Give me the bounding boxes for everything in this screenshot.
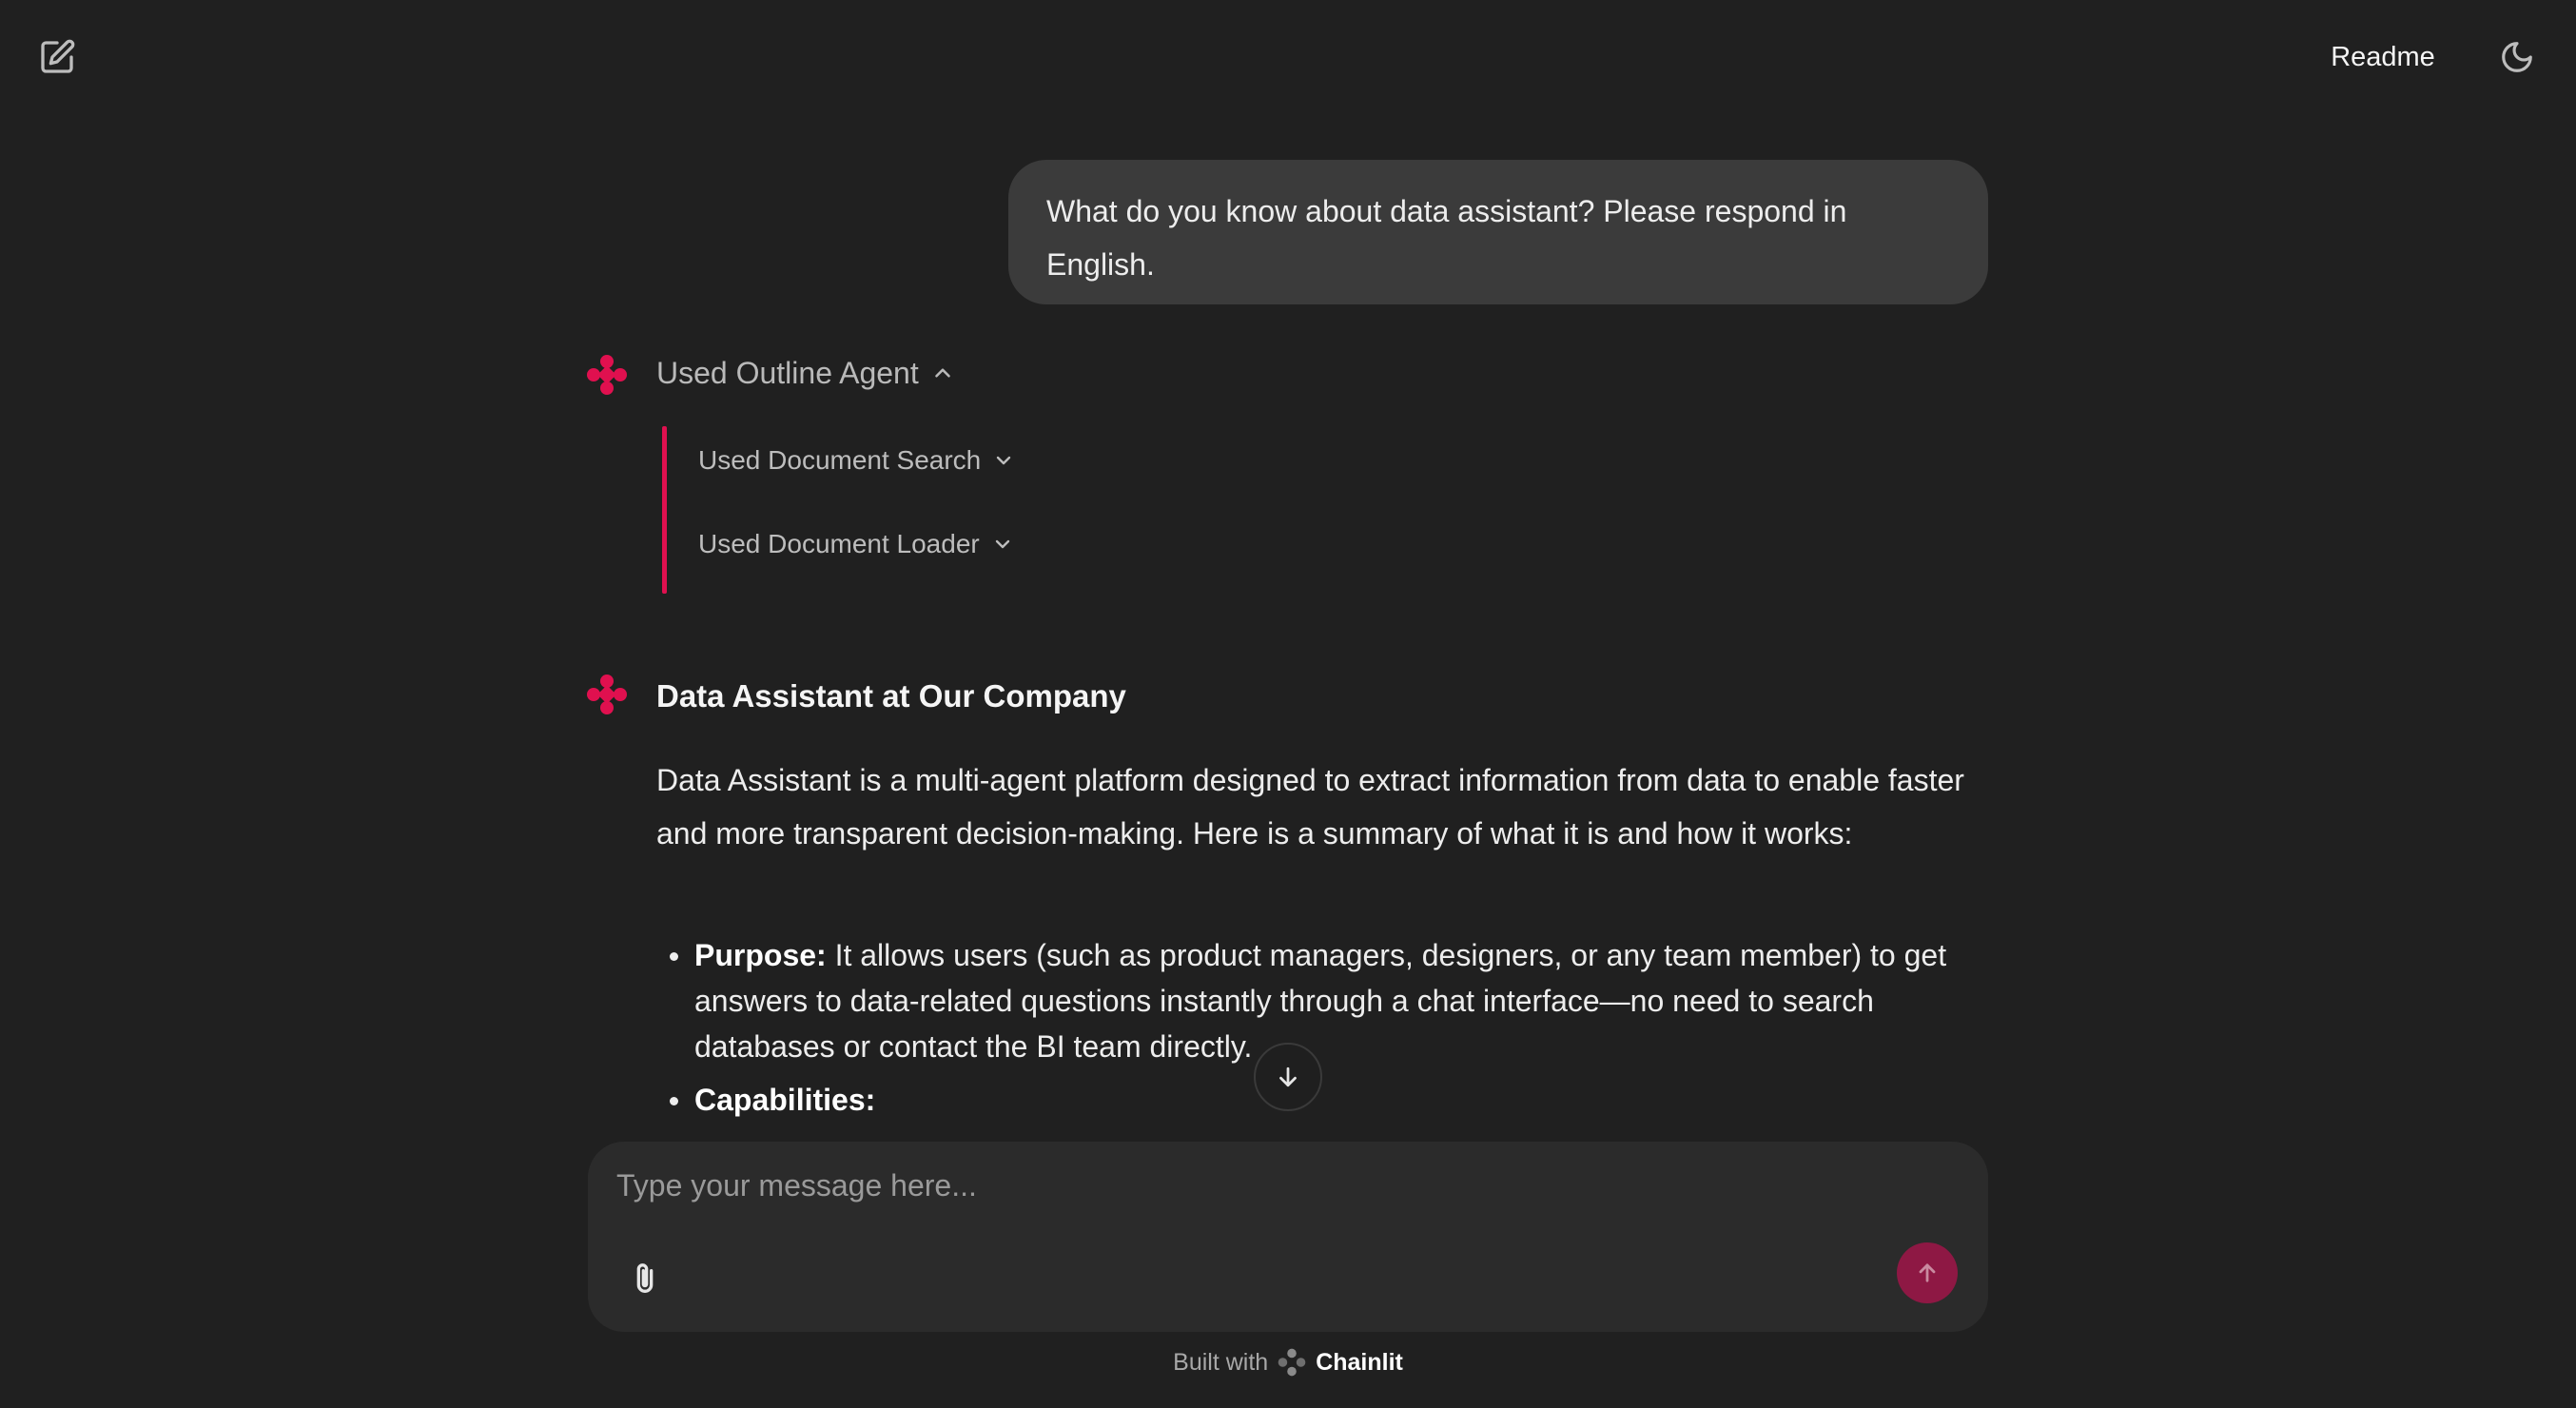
chainlit-logo-icon (587, 675, 627, 714)
step-outline-agent[interactable]: Used Outline Agent (656, 348, 955, 398)
moon-icon (2502, 42, 2532, 72)
attach-file-button[interactable] (618, 1252, 672, 1305)
chainlit-logo-icon (1278, 1348, 1306, 1377)
answer-paragraph: Data Assistant is a multi-agent platform… (656, 763, 1964, 851)
arrow-up-icon (1919, 1263, 1936, 1282)
bullet-term: Purpose: (694, 938, 827, 972)
paperclip-icon (636, 1263, 654, 1293)
theme-toggle-button[interactable] (2494, 34, 2540, 80)
steps-divider-line (662, 426, 667, 594)
send-button[interactable] (1897, 1242, 1958, 1303)
message-composer (588, 1142, 1988, 1332)
edit-square-icon (41, 39, 75, 73)
bullet-text: It allows users (such as product manager… (694, 938, 1947, 1064)
new-chat-button[interactable] (34, 34, 80, 80)
list-item: Capabilities: (656, 1077, 1998, 1123)
chevron-up-icon (934, 368, 950, 378)
step-label: Used Outline Agent (656, 355, 919, 390)
chevron-down-icon (997, 456, 1011, 465)
built-with-footer[interactable]: Built with Chainlit (0, 1343, 2576, 1381)
chainlit-logo-icon (587, 355, 627, 395)
message-input[interactable] (616, 1163, 1948, 1208)
list-item: Purpose: It allows users (such as produc… (656, 932, 1998, 1069)
answer-bullet-list: Purpose: It allows users (such as produc… (656, 932, 1998, 1130)
step-document-loader[interactable]: Used Document Loader (698, 523, 1014, 565)
scroll-to-bottom-button[interactable] (1254, 1043, 1322, 1111)
assistant-avatar (586, 674, 628, 715)
chainlit-brand: Chainlit (1316, 1348, 1403, 1376)
bullet-dot (670, 952, 678, 961)
built-with-label: Built with (1173, 1348, 1269, 1376)
arrow-down-icon (1279, 1066, 1297, 1087)
chevron-down-icon (995, 539, 1009, 549)
user-message-bubble: What do you know about data assistant? P… (1008, 160, 1988, 304)
answer-title: Data Assistant at Our Company (656, 678, 1126, 714)
substep-label: Used Document Loader (698, 529, 980, 558)
bullet-dot (670, 1097, 678, 1105)
user-message-text: What do you know about data assistant? P… (1046, 194, 1847, 282)
bullet-term: Capabilities: (694, 1083, 876, 1117)
readme-button[interactable]: Readme (2321, 34, 2445, 80)
assistant-avatar (586, 354, 628, 396)
step-document-search[interactable]: Used Document Search (698, 440, 1015, 481)
substep-label: Used Document Search (698, 445, 982, 475)
